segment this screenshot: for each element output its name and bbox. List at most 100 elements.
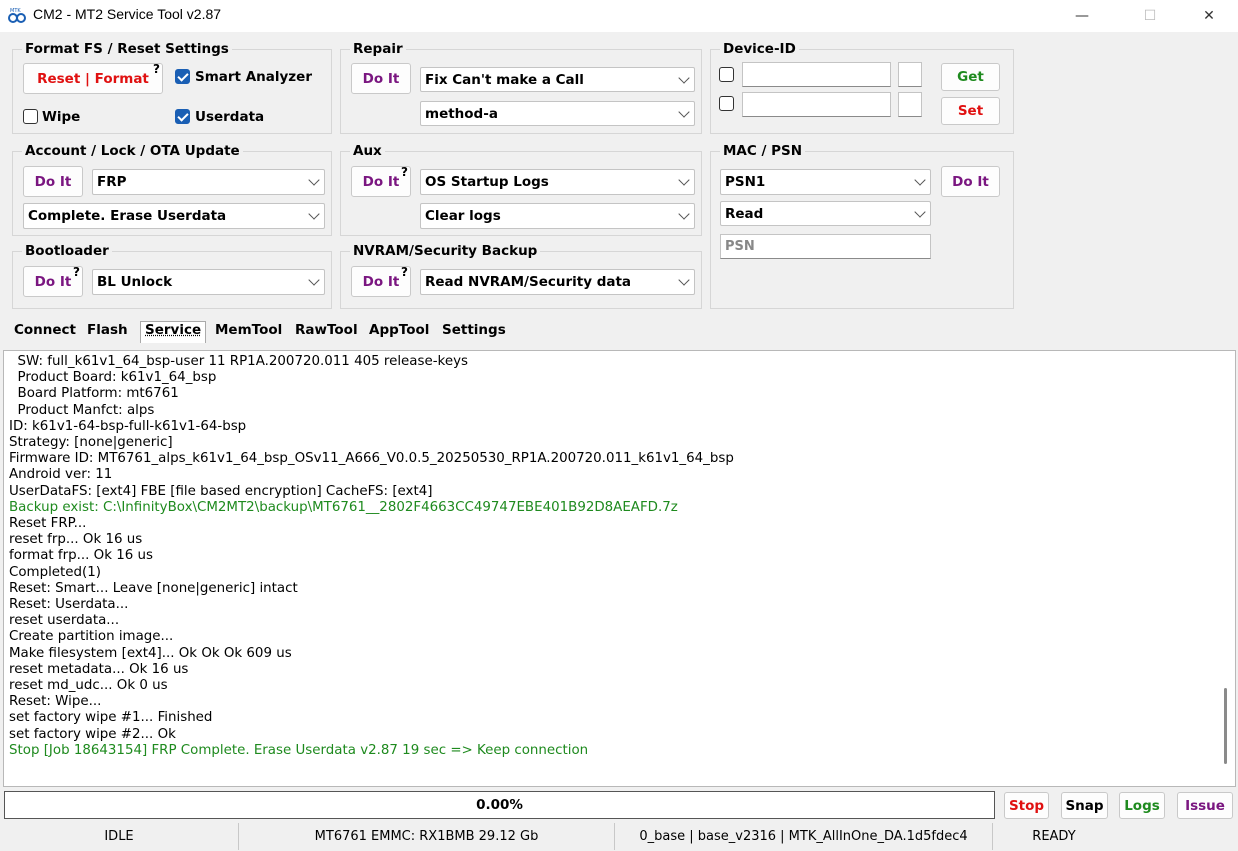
device-id-field-1[interactable] bbox=[742, 62, 891, 87]
wipe-checkbox[interactable] bbox=[23, 109, 38, 124]
psn-select[interactable]: PSN1 bbox=[720, 169, 931, 195]
device-id-extra-field-2[interactable] bbox=[898, 92, 922, 117]
progress-bar: 0.00% bbox=[4, 791, 995, 819]
nvram-select-value: Read NVRAM/Security data bbox=[425, 274, 632, 290]
device-id-checkbox-1[interactable] bbox=[719, 67, 734, 82]
repair-title: Repair bbox=[350, 41, 406, 57]
status-base: 0_base | base_v2316 | MTK_AllInOne_DA.1d… bbox=[615, 823, 993, 850]
log-scrollbar[interactable] bbox=[1219, 353, 1233, 784]
repair-select-value: Fix Can't make a Call bbox=[425, 71, 584, 88]
repair-do-it-button[interactable]: Do It bbox=[351, 63, 411, 94]
help-icon[interactable]: ? bbox=[153, 62, 160, 76]
chevron-down-icon bbox=[308, 274, 320, 286]
tab-apptool[interactable]: AppTool bbox=[365, 322, 433, 342]
log-line: Completed(1) bbox=[9, 564, 102, 580]
nvram-do-it-button[interactable]: Do It ? bbox=[351, 265, 411, 297]
bootloader-select[interactable]: BL Unlock bbox=[92, 269, 325, 295]
nvram-select[interactable]: Read NVRAM/Security data bbox=[420, 269, 695, 295]
log-line: Product Manfct: alps bbox=[9, 402, 155, 418]
window-title: CM2 - MT2 Service Tool v2.87 bbox=[33, 6, 222, 22]
help-icon[interactable]: ? bbox=[401, 165, 408, 179]
minimize-button[interactable]: — bbox=[1059, 0, 1105, 32]
reset-format-button[interactable]: Reset | Format ? bbox=[23, 62, 163, 94]
account-title: Account / Lock / OTA Update bbox=[22, 143, 243, 159]
aux-select[interactable]: OS Startup Logs bbox=[420, 169, 695, 195]
chevron-down-icon bbox=[914, 174, 926, 186]
log-output[interactable]: SW: full_k61v1_64_bsp-user 11 RP1A.20072… bbox=[3, 350, 1236, 787]
bootloader-select-value: BL Unlock bbox=[97, 274, 173, 290]
svg-text:MTK: MTK bbox=[10, 8, 21, 14]
psn-field[interactable]: PSN bbox=[720, 234, 931, 259]
log-line: ID: k61v1-64-bsp-full-k61v1-64-bsp bbox=[9, 418, 247, 434]
account-select[interactable]: FRP bbox=[92, 169, 325, 195]
status-ready: READY bbox=[1032, 829, 1076, 844]
repair-method-select[interactable]: method-a bbox=[420, 101, 695, 126]
smart-analyzer-label: Smart Analyzer bbox=[195, 69, 312, 85]
log-line: set factory wipe #1... Finished bbox=[9, 710, 213, 726]
tab-flash[interactable]: Flash bbox=[83, 322, 132, 342]
chevron-down-icon bbox=[308, 174, 320, 186]
log-line: reset metadata... Ok 16 us bbox=[9, 661, 189, 677]
log-line: Reset FRP... bbox=[9, 516, 87, 532]
chevron-down-icon bbox=[678, 274, 690, 286]
psn-do-it-button[interactable]: Do It bbox=[941, 166, 1000, 197]
maximize-button[interactable]: ☐ bbox=[1127, 0, 1173, 32]
userdata-label: Userdata bbox=[195, 109, 265, 125]
nvram-title: NVRAM/Security Backup bbox=[350, 243, 541, 259]
aux-title: Aux bbox=[350, 143, 385, 159]
status-device: MT6761 EMMC: RX1BMB 29.12 Gb bbox=[239, 823, 615, 850]
nvram-do-it-label: Do It bbox=[362, 273, 400, 290]
psn-action-value: Read bbox=[725, 205, 764, 222]
device-id-extra-field-1[interactable] bbox=[898, 62, 922, 87]
log-line: Make filesystem [ext4]... Ok Ok Ok 609 u… bbox=[9, 645, 292, 661]
tab-settings[interactable]: Settings bbox=[438, 322, 510, 342]
stop-button[interactable]: Stop bbox=[1004, 792, 1049, 819]
tab-connect[interactable]: Connect bbox=[10, 322, 80, 342]
aux-action-select[interactable]: Clear logs bbox=[420, 203, 695, 229]
log-line: Reset: Smart... Leave [none|generic] int… bbox=[9, 580, 298, 596]
device-id-checkbox-2[interactable] bbox=[719, 96, 734, 111]
log-line: SW: full_k61v1_64_bsp-user 11 RP1A.20072… bbox=[9, 354, 468, 369]
scrollbar-thumb[interactable] bbox=[1224, 688, 1227, 764]
aux-do-it-button[interactable]: Do It ? bbox=[351, 165, 411, 197]
bootloader-title: Bootloader bbox=[22, 243, 112, 259]
set-button[interactable]: Set bbox=[941, 97, 1000, 125]
userdata-checkbox[interactable] bbox=[175, 109, 190, 124]
log-line: format frp... Ok 16 us bbox=[9, 548, 153, 564]
account-select-value: FRP bbox=[97, 174, 127, 190]
psn-action-select[interactable]: Read bbox=[720, 201, 931, 226]
tab-service-label: Service bbox=[145, 322, 202, 338]
chevron-down-icon bbox=[678, 208, 690, 220]
format-label: Format bbox=[94, 70, 149, 87]
logs-button[interactable]: Logs bbox=[1119, 792, 1165, 819]
issue-button[interactable]: Issue bbox=[1177, 792, 1233, 819]
aux-action-value: Clear logs bbox=[425, 208, 501, 224]
log-line: Board Platform: mt6761 bbox=[9, 386, 179, 402]
log-line: Android ver: 11 bbox=[9, 467, 113, 483]
chevron-down-icon bbox=[914, 205, 926, 218]
help-icon[interactable]: ? bbox=[401, 265, 408, 279]
log-line: UserDataFS: [ext4] FBE [file based encry… bbox=[9, 483, 433, 499]
tab-memtool[interactable]: MemTool bbox=[211, 322, 286, 342]
log-line: Stop [Job 18643154] FRP Complete. Erase … bbox=[9, 742, 589, 758]
bootloader-do-it-button[interactable]: Do It ? bbox=[23, 265, 83, 297]
help-icon[interactable]: ? bbox=[73, 265, 80, 279]
log-line: set factory wipe #2... Ok bbox=[9, 726, 176, 742]
psn-select-value: PSN1 bbox=[725, 174, 766, 190]
maximize-icon: ☐ bbox=[1143, 8, 1157, 24]
tab-rawtool[interactable]: RawTool bbox=[291, 322, 362, 342]
repair-select[interactable]: Fix Can't make a Call bbox=[420, 67, 695, 92]
snap-button[interactable]: Snap bbox=[1061, 792, 1108, 819]
device-id-field-2[interactable] bbox=[742, 92, 891, 117]
account-method-select[interactable]: Complete. Erase Userdata bbox=[23, 203, 325, 229]
smart-analyzer-checkbox[interactable] bbox=[175, 69, 190, 84]
close-button[interactable]: ✕ bbox=[1186, 0, 1232, 32]
aux-select-value: OS Startup Logs bbox=[425, 174, 549, 190]
status-state: IDLE bbox=[0, 823, 239, 850]
get-button[interactable]: Get bbox=[941, 63, 1000, 91]
log-line: Reset: Userdata... bbox=[9, 597, 129, 613]
reset-separator: | bbox=[80, 70, 95, 87]
log-line: Backup exist: C:\InfinityBox\CM2MT2\back… bbox=[9, 499, 678, 515]
tab-service[interactable]: Service bbox=[140, 321, 207, 343]
account-do-it-button[interactable]: Do It bbox=[23, 166, 83, 197]
